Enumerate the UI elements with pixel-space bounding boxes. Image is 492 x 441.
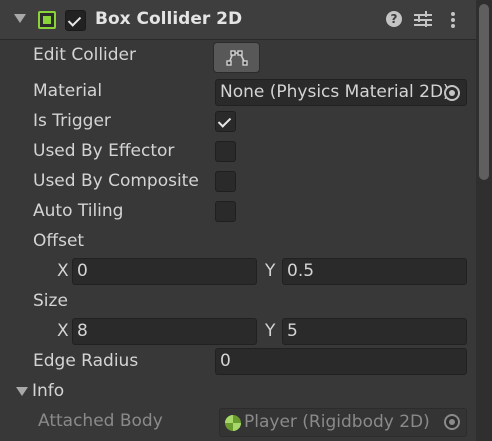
help-icon[interactable]: ? [386,11,402,27]
offset-label: Offset [33,231,85,251]
used-by-composite-label: Used By Composite [33,171,199,191]
edit-collider-label: Edit Collider [33,45,137,65]
presets-icon[interactable] [414,11,432,28]
edge-radius-field[interactable]: 0 [215,348,467,375]
material-label: Material [33,81,103,101]
is-trigger-label: Is Trigger [33,111,111,131]
used-by-composite-checkbox[interactable] [215,171,236,192]
used-by-effector-checkbox[interactable] [215,141,236,162]
scrollbar-thumb[interactable] [479,4,489,180]
size-label: Size [33,291,68,311]
component-header[interactable]: Box Collider 2D ? [0,0,476,40]
object-picker-icon [444,414,460,430]
size-y-field[interactable]: 5 [282,318,467,345]
material-field[interactable]: None (Physics Material 2D) [215,79,467,106]
rigidbody-2d-icon [225,415,241,431]
offset-y-field[interactable]: 0.5 [282,258,467,285]
component-enabled-checkbox[interactable] [65,10,86,31]
size-x-label[interactable]: X [57,321,69,341]
checkmark-icon [217,114,232,128]
checkmark-icon [67,13,82,27]
offset-x-label[interactable]: X [57,261,69,281]
attached-body-value: Player (Rigidbody 2D) [244,412,430,432]
offset-y-label[interactable]: Y [265,261,275,281]
edit-collider-button[interactable] [213,42,260,73]
auto-tiling-checkbox[interactable] [215,201,236,222]
is-trigger-checkbox[interactable] [215,111,236,132]
component-title: Box Collider 2D [95,9,243,29]
box-collider-2d-icon [38,11,56,29]
object-picker-icon[interactable] [444,85,460,101]
vertical-scrollbar[interactable] [476,0,492,441]
edit-collider-icon [226,50,248,66]
edge-radius-label: Edge Radius [33,351,139,371]
size-x-field[interactable]: 8 [72,318,257,345]
used-by-effector-label: Used By Effector [33,141,175,161]
foldout-arrow-icon[interactable] [14,14,26,23]
material-value: None (Physics Material 2D) [220,82,450,102]
more-icon[interactable] [446,11,460,29]
attached-body-label: Attached Body [38,411,163,431]
auto-tiling-label: Auto Tiling [33,201,124,221]
offset-x-field[interactable]: 0 [72,258,257,285]
info-foldout-arrow-icon[interactable] [16,387,28,396]
info-foldout-label[interactable]: Info [32,381,64,401]
attached-body-field: Player (Rigidbody 2D) [219,408,467,437]
size-y-label[interactable]: Y [265,321,275,341]
